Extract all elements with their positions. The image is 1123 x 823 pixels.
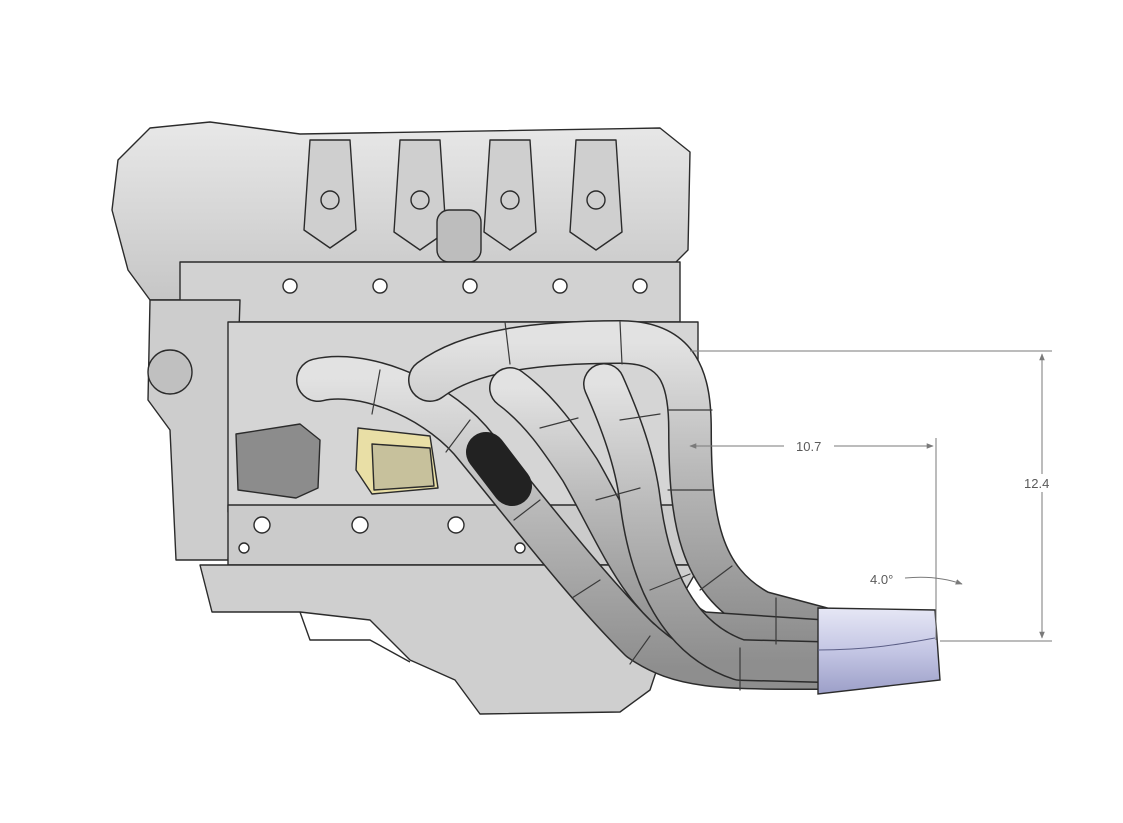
timing-cover [147,299,241,561]
collector [817,607,941,695]
dimension-angle-value: 4.0° [870,572,893,587]
dimension-angle-arc [904,576,963,585]
engine-header-drawing: 10.7 12.4 4.0° [111,121,1060,715]
engine-bracket [235,423,321,499]
cylinder-head [179,261,681,323]
dimension-horizontal-value: 10.7 [796,439,821,454]
motor-mount [355,427,439,495]
dimension-vertical-value: 12.4 [1024,476,1049,491]
